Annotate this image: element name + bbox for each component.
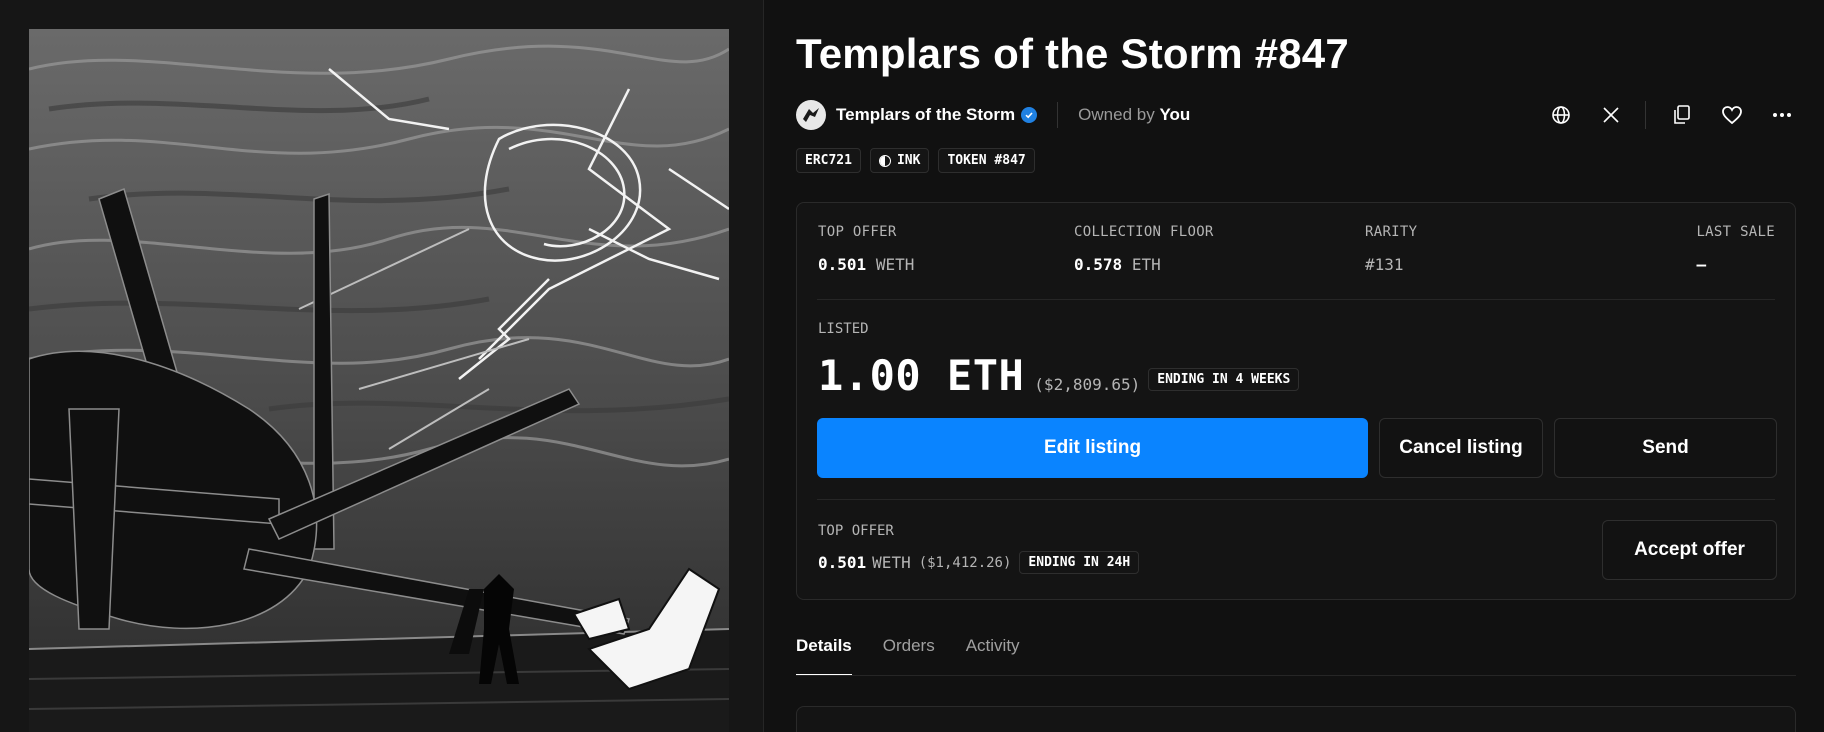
token-standard-tag: ERC721: [796, 148, 861, 173]
rarity-value: #131: [1365, 255, 1404, 274]
asset-tags: ERC721 INK TOKEN #847: [796, 148, 1035, 173]
stat-last-sale: LAST SALE –: [1696, 224, 1775, 274]
offer-amount: 0.501: [818, 553, 867, 572]
listing-price-row: 1.00 ETH ($2,809.65) ENDING IN 4 WEEKS: [818, 351, 1300, 400]
top-offer-unit: WETH: [875, 255, 915, 274]
asset-actions: [1525, 101, 1796, 129]
chain-icon: [878, 154, 891, 167]
top-offer-row: 0.501 WETH ($1,412.26) ENDING IN 24H: [818, 551, 1140, 574]
artwork-illustration: [29, 29, 729, 732]
stats-row: TOP OFFER 0.501 WETH COLLECTION FLOOR 0.…: [818, 224, 1795, 274]
cancel-listing-button[interactable]: Cancel listing: [1379, 418, 1543, 478]
owner-info: Owned by You: [1078, 105, 1190, 125]
verified-badge-icon: [1021, 107, 1038, 123]
listing-price-usd: ($2,809.65): [1034, 375, 1141, 394]
x-icon[interactable]: [1597, 101, 1625, 129]
chain-tag[interactable]: INK: [869, 148, 930, 173]
media-pane: [0, 0, 764, 732]
listed-label: LISTED: [818, 321, 869, 337]
edit-listing-button[interactable]: Edit listing: [817, 418, 1368, 478]
tabs-divider: [796, 675, 1796, 676]
stat-value: 0.578 ETH: [1074, 255, 1214, 274]
divider: [817, 499, 1775, 500]
nft-artwork-image[interactable]: [29, 29, 729, 732]
offer-ending-badge: ENDING IN 24H: [1019, 551, 1140, 574]
collection-link[interactable]: Templars of the Storm: [836, 105, 1015, 125]
asset-details-pane: Templars of the Storm #847 Templars of t…: [764, 0, 1824, 732]
heart-icon[interactable]: [1718, 101, 1746, 129]
collection-owner-row: Templars of the Storm Owned by You: [796, 100, 1190, 130]
more-icon[interactable]: [1768, 101, 1796, 129]
top-offer-label: TOP OFFER: [818, 523, 894, 539]
stat-label: TOP OFFER: [818, 224, 897, 240]
last-sale-value: –: [1696, 255, 1707, 274]
offer-usd: ($1,412.26): [918, 554, 1012, 571]
offer-unit: WETH: [872, 553, 911, 572]
stat-label: RARITY: [1365, 224, 1418, 240]
copy-icon[interactable]: [1668, 101, 1696, 129]
details-tabs: Details Orders Activity: [796, 636, 1051, 676]
divider: [1645, 101, 1646, 129]
details-panel: [796, 706, 1796, 732]
asset-title: Templars of the Storm #847: [796, 30, 1349, 77]
owned-by-label: Owned by: [1078, 105, 1155, 124]
stat-rarity: RARITY #131: [1365, 224, 1417, 274]
tab-details[interactable]: Details: [796, 636, 852, 676]
listing-ending-badge: ENDING IN 4 WEEKS: [1148, 368, 1300, 391]
stat-collection-floor: COLLECTION FLOOR 0.578 ETH: [1074, 224, 1214, 274]
stat-label: COLLECTION FLOOR: [1074, 224, 1214, 240]
divider: [1057, 102, 1059, 128]
tab-orders[interactable]: Orders: [883, 636, 935, 676]
collection-logo-icon: [803, 108, 819, 122]
tab-activity[interactable]: Activity: [966, 636, 1020, 676]
divider: [817, 299, 1775, 300]
listing-price: 1.00 ETH: [818, 351, 1025, 400]
token-id-tag: TOKEN #847: [938, 148, 1035, 173]
pricing-card: TOP OFFER 0.501 WETH COLLECTION FLOOR 0.…: [796, 202, 1796, 600]
stat-top-offer: TOP OFFER 0.501 WETH: [818, 224, 914, 274]
floor-unit: ETH: [1131, 255, 1161, 274]
collection-avatar[interactable]: [796, 100, 826, 130]
stat-value: 0.501 WETH: [818, 255, 914, 274]
globe-icon[interactable]: [1547, 101, 1575, 129]
accept-offer-button[interactable]: Accept offer: [1602, 520, 1777, 580]
owner-link[interactable]: You: [1159, 105, 1190, 124]
floor-amount: 0.578: [1074, 255, 1123, 274]
stat-label: LAST SALE: [1696, 224, 1775, 240]
chain-label: INK: [896, 153, 921, 168]
send-button[interactable]: Send: [1554, 418, 1777, 478]
top-offer-amount: 0.501: [818, 255, 867, 274]
